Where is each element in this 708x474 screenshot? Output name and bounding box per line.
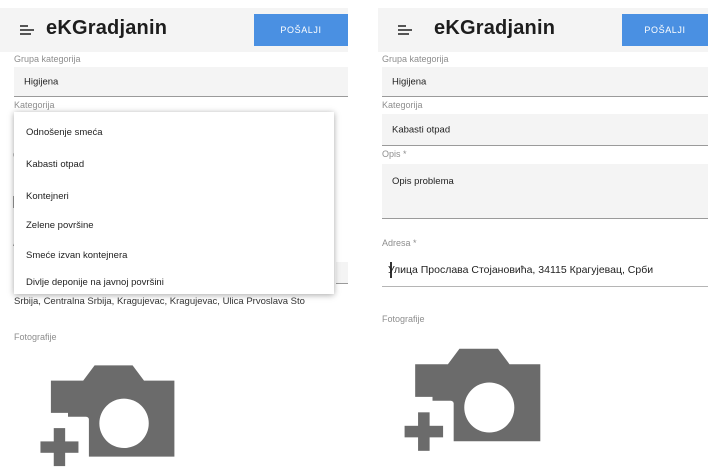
category-select[interactable]: Kabasti otpad [382, 114, 708, 146]
address-value: Srbija, Centralna Srbija, Kragujevac, Kr… [14, 296, 305, 307]
group-category-label: Grupa kategorija [14, 54, 81, 64]
send-button[interactable]: POŠALJI [254, 14, 348, 46]
app-title: eKGradjanin [434, 17, 556, 39]
group-category-select[interactable]: Higijena [14, 67, 348, 97]
category-label: Kategorija [382, 100, 423, 110]
photos-label: Fotografije [14, 332, 57, 342]
category-value: Kabasti otpad [392, 124, 451, 135]
address-value: Улица Прослава Стојановића, 34115 Крагуј… [388, 263, 654, 276]
dropdown-option-zelene-povrsine[interactable]: Zelene površine [26, 220, 94, 231]
menu-icon[interactable] [20, 25, 34, 35]
send-button[interactable]: POŠALJI [622, 14, 708, 46]
category-dropdown: Odnošenje smeća Kabasti otpad Kontejneri… [14, 112, 334, 294]
app-header: eKGradjanin POŠALJI [378, 8, 708, 52]
group-category-label: Grupa kategorija [382, 54, 449, 64]
left-screen: eKGradjanin POŠALJI Grupa kategorija Hig… [0, 0, 348, 474]
app-title: eKGradjanin [46, 17, 168, 39]
dropdown-option-divlje-deponije[interactable]: Divlje deponije na javnoj površini [26, 277, 164, 288]
description-placeholder: Opis problema [392, 176, 454, 187]
photos-label: Fotografije [382, 314, 425, 324]
address-input[interactable]: Улица Прослава Стојановића, 34115 Крагуј… [382, 253, 708, 287]
group-category-value: Higijena [24, 76, 59, 87]
dropdown-option-smece-izvan-kontejnera[interactable]: Smeće izvan kontejnera [26, 250, 127, 261]
right-screen: eKGradjanin POŠALJI Grupa kategorija Hig… [378, 0, 708, 474]
group-category-value: Higijena [392, 76, 427, 87]
description-textarea[interactable]: Opis problema [382, 164, 708, 219]
description-label: Opis * [382, 149, 407, 159]
add-photo-camera-icon[interactable] [394, 330, 548, 460]
address-fade [682, 253, 708, 286]
category-label: Kategorija [14, 100, 55, 110]
dropdown-option-odnosenje-smeca[interactable]: Odnošenje smeća [26, 127, 103, 138]
dropdown-option-kabasti-otpad[interactable]: Kabasti otpad [26, 159, 84, 170]
app-header: eKGradjanin POŠALJI [0, 8, 348, 52]
add-photo-camera-icon[interactable] [30, 348, 182, 474]
dropdown-option-kontejneri[interactable]: Kontejneri [26, 191, 69, 202]
address-field-edge [336, 262, 348, 284]
address-label: Adresa * [382, 238, 417, 248]
group-category-select[interactable]: Higijena [382, 67, 708, 97]
menu-icon[interactable] [398, 25, 412, 35]
